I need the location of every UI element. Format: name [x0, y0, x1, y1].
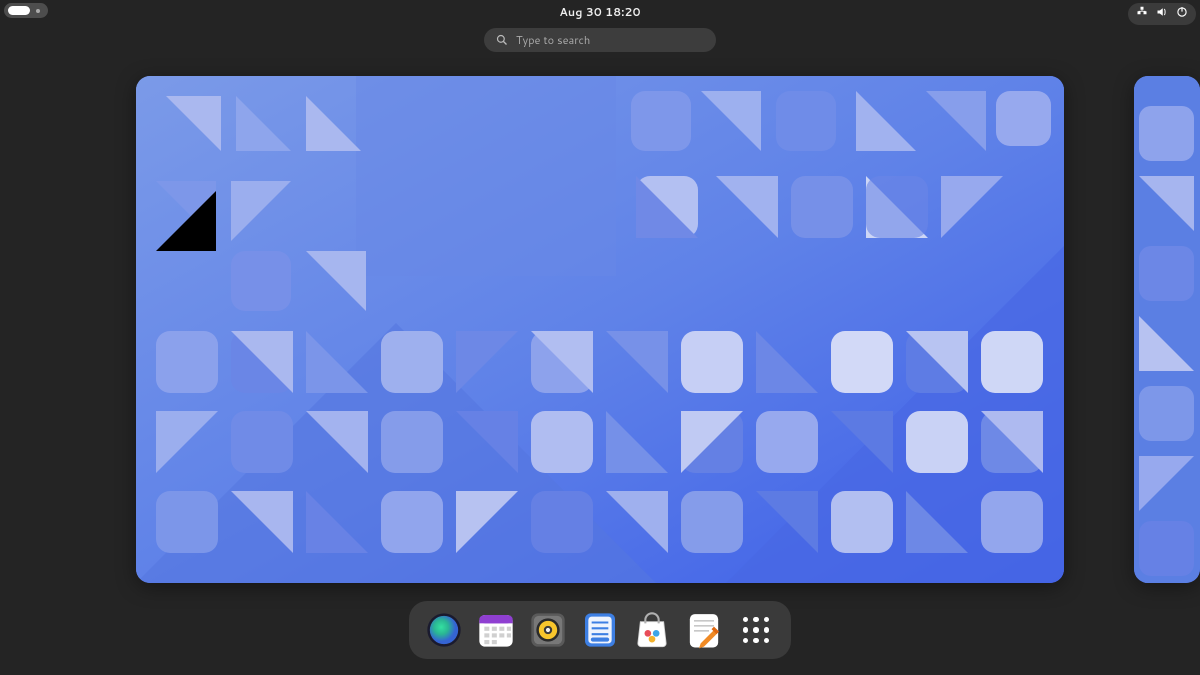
calendar-icon — [476, 610, 516, 650]
overview-search[interactable]: Type to search — [484, 28, 716, 52]
text-editor-icon — [684, 610, 724, 650]
app-todo[interactable] — [579, 609, 621, 651]
system-status-area[interactable] — [1128, 3, 1196, 25]
app-calendar[interactable] — [475, 609, 517, 651]
search-placeholder: Type to search — [516, 32, 590, 48]
search-icon — [496, 29, 508, 52]
app-web-browser[interactable] — [423, 609, 465, 651]
workspace-2[interactable] — [1134, 76, 1200, 583]
activities-button[interactable] — [4, 3, 48, 18]
network-icon — [1136, 6, 1148, 22]
globe-icon — [424, 610, 464, 650]
show-apps-button[interactable] — [735, 609, 777, 651]
app-text-editor[interactable] — [683, 609, 725, 651]
speaker-icon — [528, 610, 568, 650]
workspace-1[interactable] — [136, 76, 1064, 583]
top-bar: Aug 30 18:20 — [0, 0, 1200, 24]
workspace-indicator-dot — [36, 9, 40, 13]
apps-grid-icon — [737, 611, 775, 649]
clock[interactable]: Aug 30 18:20 — [559, 4, 640, 20]
volume-icon — [1156, 6, 1168, 22]
power-icon — [1176, 6, 1188, 22]
app-software[interactable] — [631, 609, 673, 651]
checklist-icon — [580, 610, 620, 650]
desktop-wallpaper — [136, 76, 1064, 583]
app-music[interactable] — [527, 609, 569, 651]
dock — [409, 601, 791, 659]
shopping-bag-icon — [632, 610, 672, 650]
desktop-wallpaper — [1134, 76, 1200, 583]
workspace-indicator-pill — [8, 6, 30, 15]
